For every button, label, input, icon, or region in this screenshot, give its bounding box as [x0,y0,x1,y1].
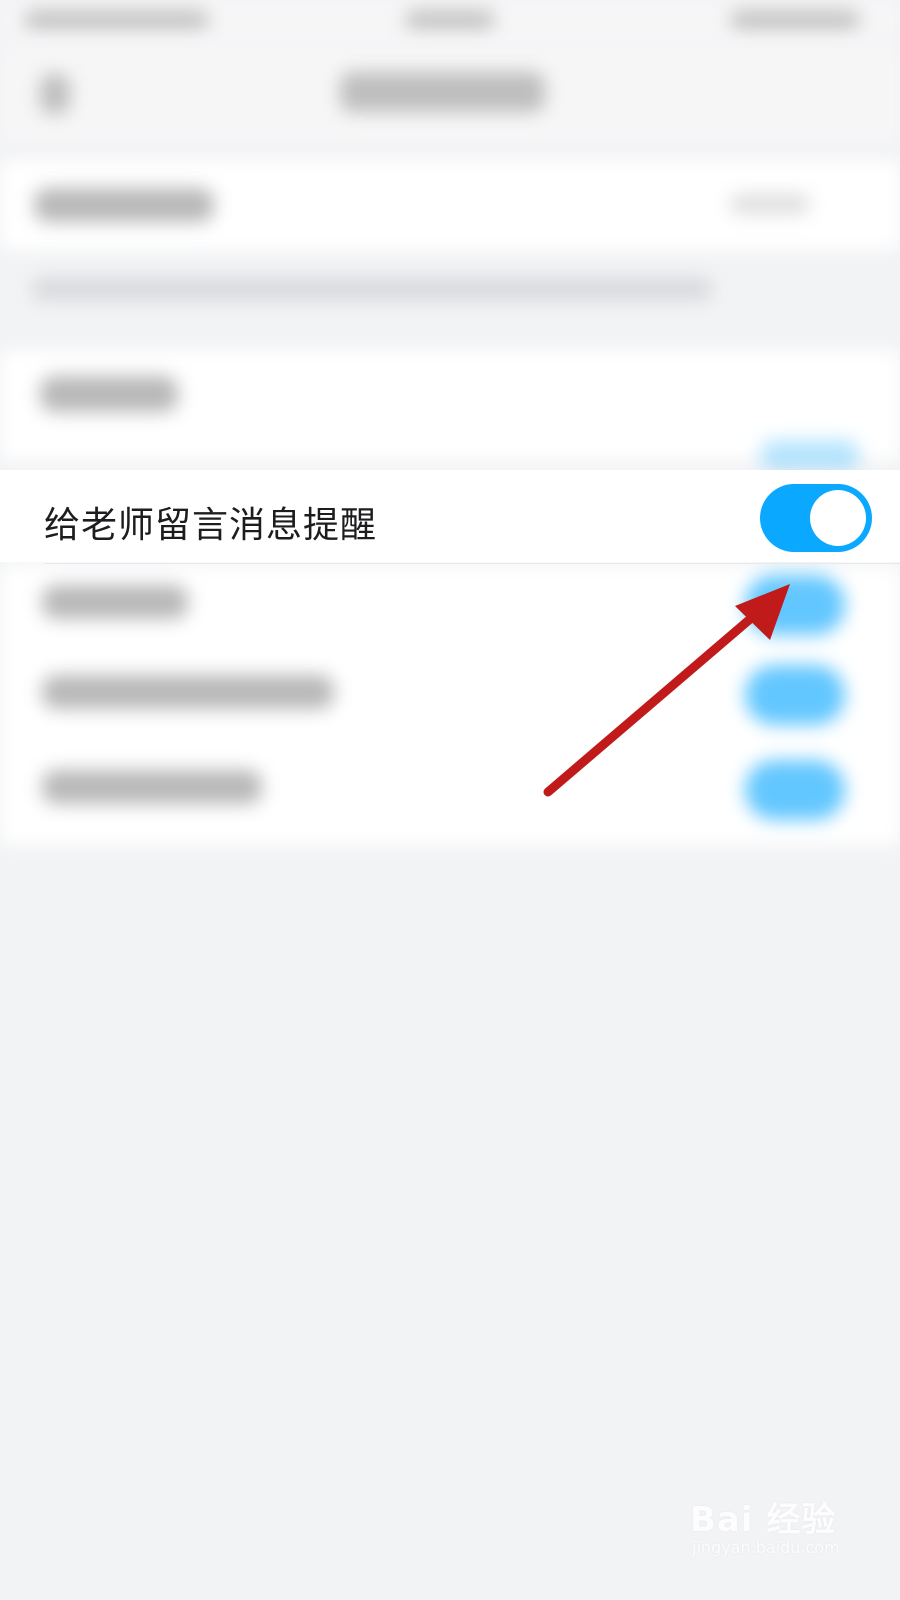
watermark-url: jingyan.baidu.com [692,1538,840,1557]
watermark-logo: Bai 经验 [690,1500,837,1540]
annotation-arrow [543,584,790,797]
arrow-head [735,584,790,640]
baidu-jingyan-watermark: Bai 经验 jingyan.baidu.com [690,1492,860,1572]
arrow-shaft [543,597,775,797]
